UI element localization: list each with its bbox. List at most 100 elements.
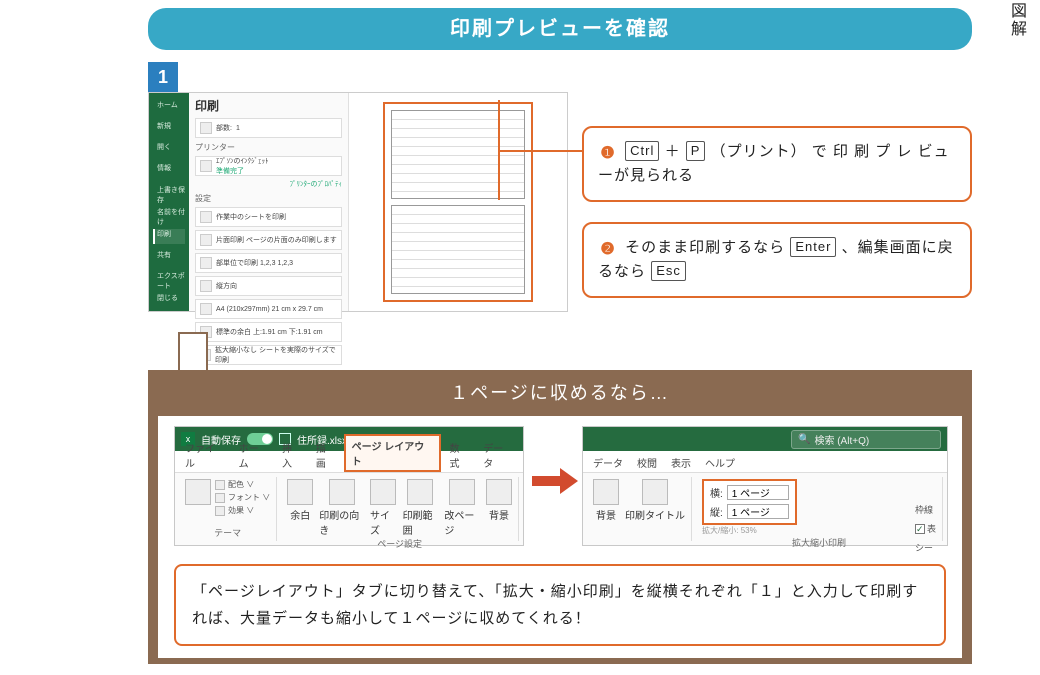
btn-breaks[interactable]: 改ページ	[444, 479, 480, 537]
print-button-row[interactable]: 部数: 1	[195, 118, 342, 138]
callout-number-2: ❷	[598, 240, 618, 260]
nav-close[interactable]: 閉じる	[153, 293, 185, 308]
nav-home[interactable]: ホーム	[153, 100, 185, 115]
margins-icon	[287, 479, 313, 505]
scale-to-fit-highlight: 横: 縦:	[702, 479, 797, 525]
printarea-icon	[407, 479, 433, 505]
chk-view[interactable]: 表	[915, 522, 936, 535]
btn-background-r[interactable]: 背景	[593, 479, 619, 522]
setting-text-5: 標準の余白 上:1.91 cm 下:1.91 cm	[216, 327, 323, 337]
group-page-setup-r: 背景 印刷タイトル	[587, 477, 692, 541]
lbl-size: サイズ	[370, 507, 397, 537]
ribbon-right-tabs: データ 校閲 表示 ヘルプ	[583, 451, 947, 473]
kbd-enter: Enter	[790, 237, 836, 257]
tab-page-layout[interactable]: ページ レイアウト	[344, 434, 442, 472]
setting-one-sided[interactable]: 片面印刷 ページの片面のみ印刷します	[195, 230, 342, 250]
nav-print[interactable]: 印刷	[153, 229, 185, 244]
excel-print-main: 印刷 部数: 1 プリンター ｴﾌﾟｿﾝのｲﾝｸｼﾞｪｯﾄ 準備完了 ﾌﾟﾘﾝﾀ…	[189, 93, 567, 311]
tab-help[interactable]: ヘルプ	[699, 453, 741, 472]
nav-share[interactable]: 共有	[153, 250, 185, 265]
btn-background[interactable]: 背景	[486, 479, 512, 537]
tab-insert[interactable]: 挿入	[276, 438, 308, 472]
fit-to-one-page-panel: １ページに収めるなら… x 自動保存 住所録.xlsx • 保存済み ∨ ファイ…	[148, 344, 972, 664]
width-input[interactable]	[727, 485, 789, 500]
btn-print-area[interactable]: 印刷範囲	[403, 479, 439, 537]
btn-size[interactable]: サイズ	[370, 479, 397, 537]
fonts-dropdown[interactable]: フォント ∨	[215, 492, 270, 503]
printer-selector[interactable]: ｴﾌﾟｿﾝのｲﾝｸｼﾞｪｯﾄ 準備完了	[195, 156, 342, 176]
printer-name: ｴﾌﾟｿﾝのｲﾝｸｼﾞｪｯﾄ	[216, 156, 269, 166]
setting-active-sheets[interactable]: 作業中のシートを印刷	[195, 207, 342, 227]
excel-backstage-nav: ホーム 新規 開く 情報 上書き保存 名前を付け 印刷 共有 エクスポート 閉じ…	[149, 93, 189, 311]
search-box[interactable]: 🔍 検索 (Alt+Q)	[791, 430, 941, 449]
callout-enter-esc: ❷ そのまま印刷するなら Enter 、編集画面に戻るなら Esc	[582, 222, 972, 298]
callout-number-1: ❶	[598, 144, 618, 164]
autosave-toggle[interactable]	[247, 433, 273, 445]
panel-title: １ページに収めるなら…	[210, 376, 910, 410]
btn-orientation[interactable]: 印刷の向き	[319, 479, 364, 537]
tab-data[interactable]: データ	[477, 438, 519, 472]
lbl-printtitles: 印刷タイトル	[625, 507, 685, 522]
portrait-icon	[200, 280, 212, 292]
printtitles-icon	[642, 479, 668, 505]
setting-text-1: 片面印刷 ページの片面のみ印刷します	[216, 235, 337, 245]
settings-section-label: 設定	[195, 193, 342, 204]
setting-text-4: A4 (210x297mm) 21 cm x 29.7 cm	[216, 306, 323, 313]
a4-icon	[200, 303, 212, 315]
setting-papersize[interactable]: A4 (210x297mm) 21 cm x 29.7 cm	[195, 299, 342, 319]
btn-margins[interactable]: 余白	[287, 479, 313, 537]
tab-formulas[interactable]: 数式	[443, 438, 475, 472]
page-setup-icons: 余白 印刷の向き サイズ 印刷範囲 改ページ 背景	[287, 479, 512, 537]
print-preview-pane	[349, 93, 567, 311]
page-setup-label-r	[638, 529, 641, 539]
tab-view[interactable]: 表示	[665, 453, 697, 472]
panel-inner: x 自動保存 住所録.xlsx • 保存済み ∨ ファイル ホーム 挿入 描画 …	[158, 416, 962, 658]
height-spinner[interactable]: 縦:	[710, 504, 789, 519]
tab-review[interactable]: 校閲	[631, 453, 663, 472]
effects-dropdown[interactable]: 効果 ∨	[215, 505, 270, 516]
themes-icon[interactable]	[185, 479, 211, 505]
preview-table-top	[391, 110, 525, 199]
ribbon-right-titlebar: 🔍 検索 (Alt+Q)	[583, 427, 947, 451]
copies-value[interactable]: 1	[236, 125, 240, 132]
copies-label: 部数:	[216, 123, 232, 133]
breaks-icon	[449, 479, 475, 505]
orientation-icon	[329, 479, 355, 505]
search-placeholder: 検索 (Alt+Q)	[814, 432, 869, 447]
gridlines-label: 枠線	[915, 503, 933, 516]
tab-data-r[interactable]: データ	[587, 453, 629, 472]
nav-saveas[interactable]: 名前を付け	[153, 207, 185, 223]
onesided-icon	[200, 234, 212, 246]
tab-draw[interactable]: 描画	[310, 438, 342, 472]
setting-text-0: 作業中のシートを印刷	[216, 212, 286, 222]
collate-icon	[200, 257, 212, 269]
effects-icon	[215, 506, 225, 516]
lbl-background: 背景	[489, 507, 509, 522]
colors-dropdown[interactable]: 配色 ∨	[215, 479, 270, 490]
setting-orientation[interactable]: 縦方向	[195, 276, 342, 296]
fonts-icon	[215, 493, 225, 503]
ribbon-right-tools: 背景 印刷タイトル 横: 縦:	[583, 473, 947, 545]
explanation-box: 「ページレイアウト」タブに切り替えて、「拡大・縮小印刷」を縦横それぞれ「１」と入…	[174, 564, 946, 646]
ribbon-left: x 自動保存 住所録.xlsx • 保存済み ∨ ファイル ホーム 挿入 描画 …	[174, 426, 524, 546]
tab-file[interactable]: ファイル	[179, 438, 231, 472]
sheet-icon	[200, 211, 212, 223]
setting-collated[interactable]: 部単位で印刷 1,2,3 1,2,3	[195, 253, 342, 273]
btn-print-titles[interactable]: 印刷タイトル	[625, 479, 685, 522]
scale-group-label: 拡大縮小印刷	[792, 536, 846, 549]
width-label: 横:	[710, 485, 723, 500]
nav-open[interactable]: 開く	[153, 142, 185, 157]
printer-properties-link[interactable]: ﾌﾟﾘﾝﾀｰのﾌﾟﾛﾊﾟﾃｨ	[195, 179, 342, 189]
callout-connector-line	[498, 150, 582, 152]
width-spinner[interactable]: 横:	[710, 485, 789, 500]
height-input[interactable]	[727, 504, 789, 519]
nav-export[interactable]: エクスポート	[153, 271, 185, 287]
callout1-paren: （プリント）	[711, 143, 807, 160]
size-icon	[370, 479, 396, 505]
lbl-printarea: 印刷範囲	[403, 507, 439, 537]
nav-save[interactable]: 上書き保存	[153, 185, 185, 201]
setting-margins[interactable]: 標準の余白 上:1.91 cm 下:1.91 cm	[195, 322, 342, 342]
nav-info[interactable]: 情報	[153, 163, 185, 178]
sheet-label-trunc: シー	[915, 541, 933, 554]
nav-new[interactable]: 新規	[153, 121, 185, 136]
